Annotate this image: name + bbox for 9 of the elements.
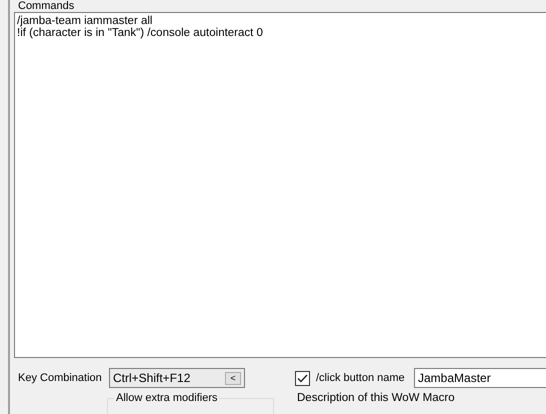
key-combination-field[interactable]: Ctrl+Shift+F12 < <box>109 368 245 388</box>
click-button-checkbox[interactable] <box>295 370 310 386</box>
commands-text-area[interactable]: /jamba-team iammaster all !if (character is in "Tank") /console autointeract 0 <box>14 12 546 358</box>
clear-key-button[interactable]: < <box>225 372 241 385</box>
click-button-name-field[interactable]: JambaMaster <box>414 368 546 388</box>
click-button-name-label: /click button name <box>316 372 406 384</box>
commands-label: Commands <box>18 0 76 12</box>
description-label: Description of this WoW Macro <box>297 392 455 405</box>
key-combination-label: Key Combination <box>18 372 103 384</box>
